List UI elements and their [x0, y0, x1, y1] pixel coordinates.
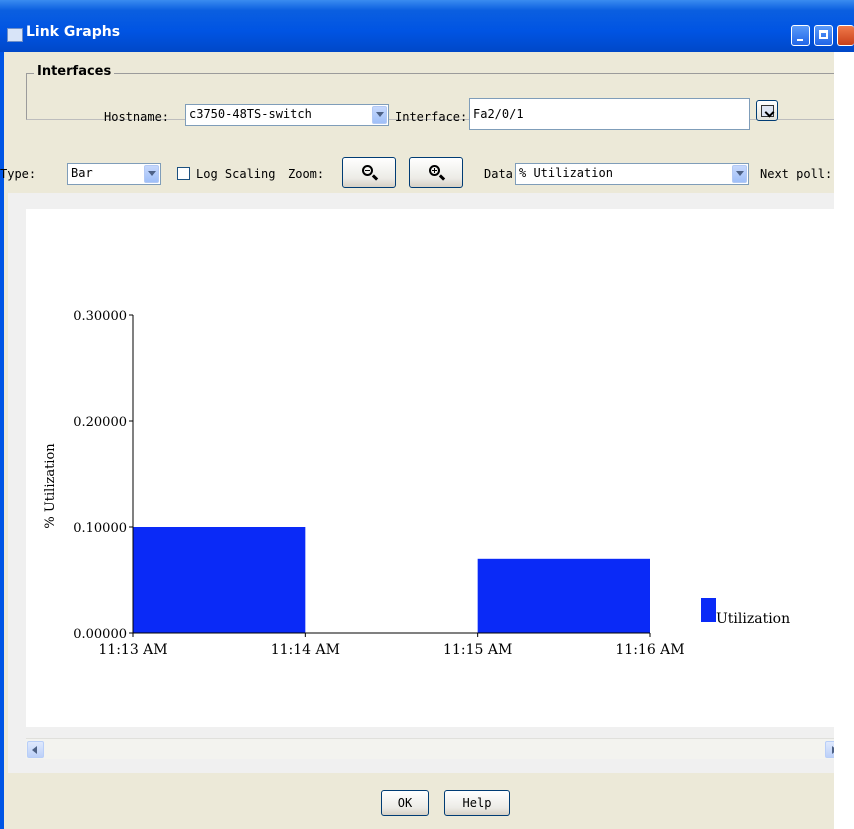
chart-bar [133, 527, 306, 633]
window-edge [834, 52, 854, 829]
hostname-select[interactable]: c3750-48TS-switch [185, 104, 389, 126]
y-axis-label: % Utilization [43, 443, 58, 529]
type-select[interactable]: Bar [67, 163, 161, 185]
log-scaling-label: Log Scaling [196, 167, 276, 181]
data-value: % Utilization [519, 166, 613, 180]
chart-bar [477, 558, 650, 633]
type-label: Type: [0, 167, 37, 181]
chart-area: 0.00000 0.10000 0.20000 0.30000 11:13 AM 11:1… [26, 209, 834, 727]
close-button[interactable] [837, 25, 854, 46]
zoom-out-button[interactable] [342, 157, 396, 188]
title-bar[interactable]: Link Graphs [0, 0, 854, 52]
y-tick-label: 0.10000 [73, 521, 127, 536]
type-value: Bar [71, 166, 93, 180]
y-tick-label: 0.30000 [73, 309, 127, 324]
interface-value: Fa2/0/1 [473, 107, 524, 121]
hostname-label: Hostname: [104, 110, 170, 124]
help-button[interactable]: Help [444, 790, 510, 816]
maximize-button[interactable] [814, 25, 833, 46]
legend-label: Utilization [716, 611, 790, 627]
x-tick-label: 11:14 AM [271, 642, 340, 658]
zoom-label: Zoom: [288, 167, 325, 181]
x-tick-label: 11:13 AM [98, 642, 167, 658]
chevron-down-icon[interactable] [372, 106, 387, 124]
minimize-button[interactable] [791, 25, 810, 46]
browse-interface-button[interactable] [756, 100, 778, 121]
interface-field[interactable]: Fa2/0/1 [469, 98, 750, 130]
ok-button[interactable]: OK [381, 790, 429, 816]
window-title: Link Graphs [26, 24, 121, 40]
y-tick-label: 0.20000 [73, 415, 127, 430]
data-select[interactable]: % Utilization [515, 163, 749, 185]
chart-panel: 0.00000 0.10000 0.20000 0.30000 11:13 AM 11:1… [8, 193, 842, 773]
y-tick-label: 0.00000 [73, 627, 127, 642]
chevron-down-icon[interactable] [732, 165, 747, 183]
chevron-down-icon[interactable] [144, 165, 159, 183]
zoom-in-icon [429, 165, 440, 176]
log-scaling-checkbox[interactable] [177, 167, 190, 180]
interfaces-legend: Interfaces [34, 64, 115, 79]
x-tick-label: 11:16 AM [615, 642, 684, 658]
interface-label: Interface: [395, 110, 468, 124]
x-tick-label: 11:15 AM [443, 642, 512, 658]
horizontal-scrollbar[interactable] [26, 738, 842, 759]
zoom-out-icon [362, 165, 373, 176]
window-icon [7, 28, 23, 42]
scroll-left-button[interactable] [27, 741, 44, 758]
zoom-in-button[interactable] [409, 157, 463, 188]
utilization-chart: 0.00000 0.10000 0.20000 0.30000 11:13 AM 11:1… [43, 309, 790, 658]
hostname-value: c3750-48TS-switch [189, 107, 312, 121]
legend-swatch [701, 598, 716, 622]
